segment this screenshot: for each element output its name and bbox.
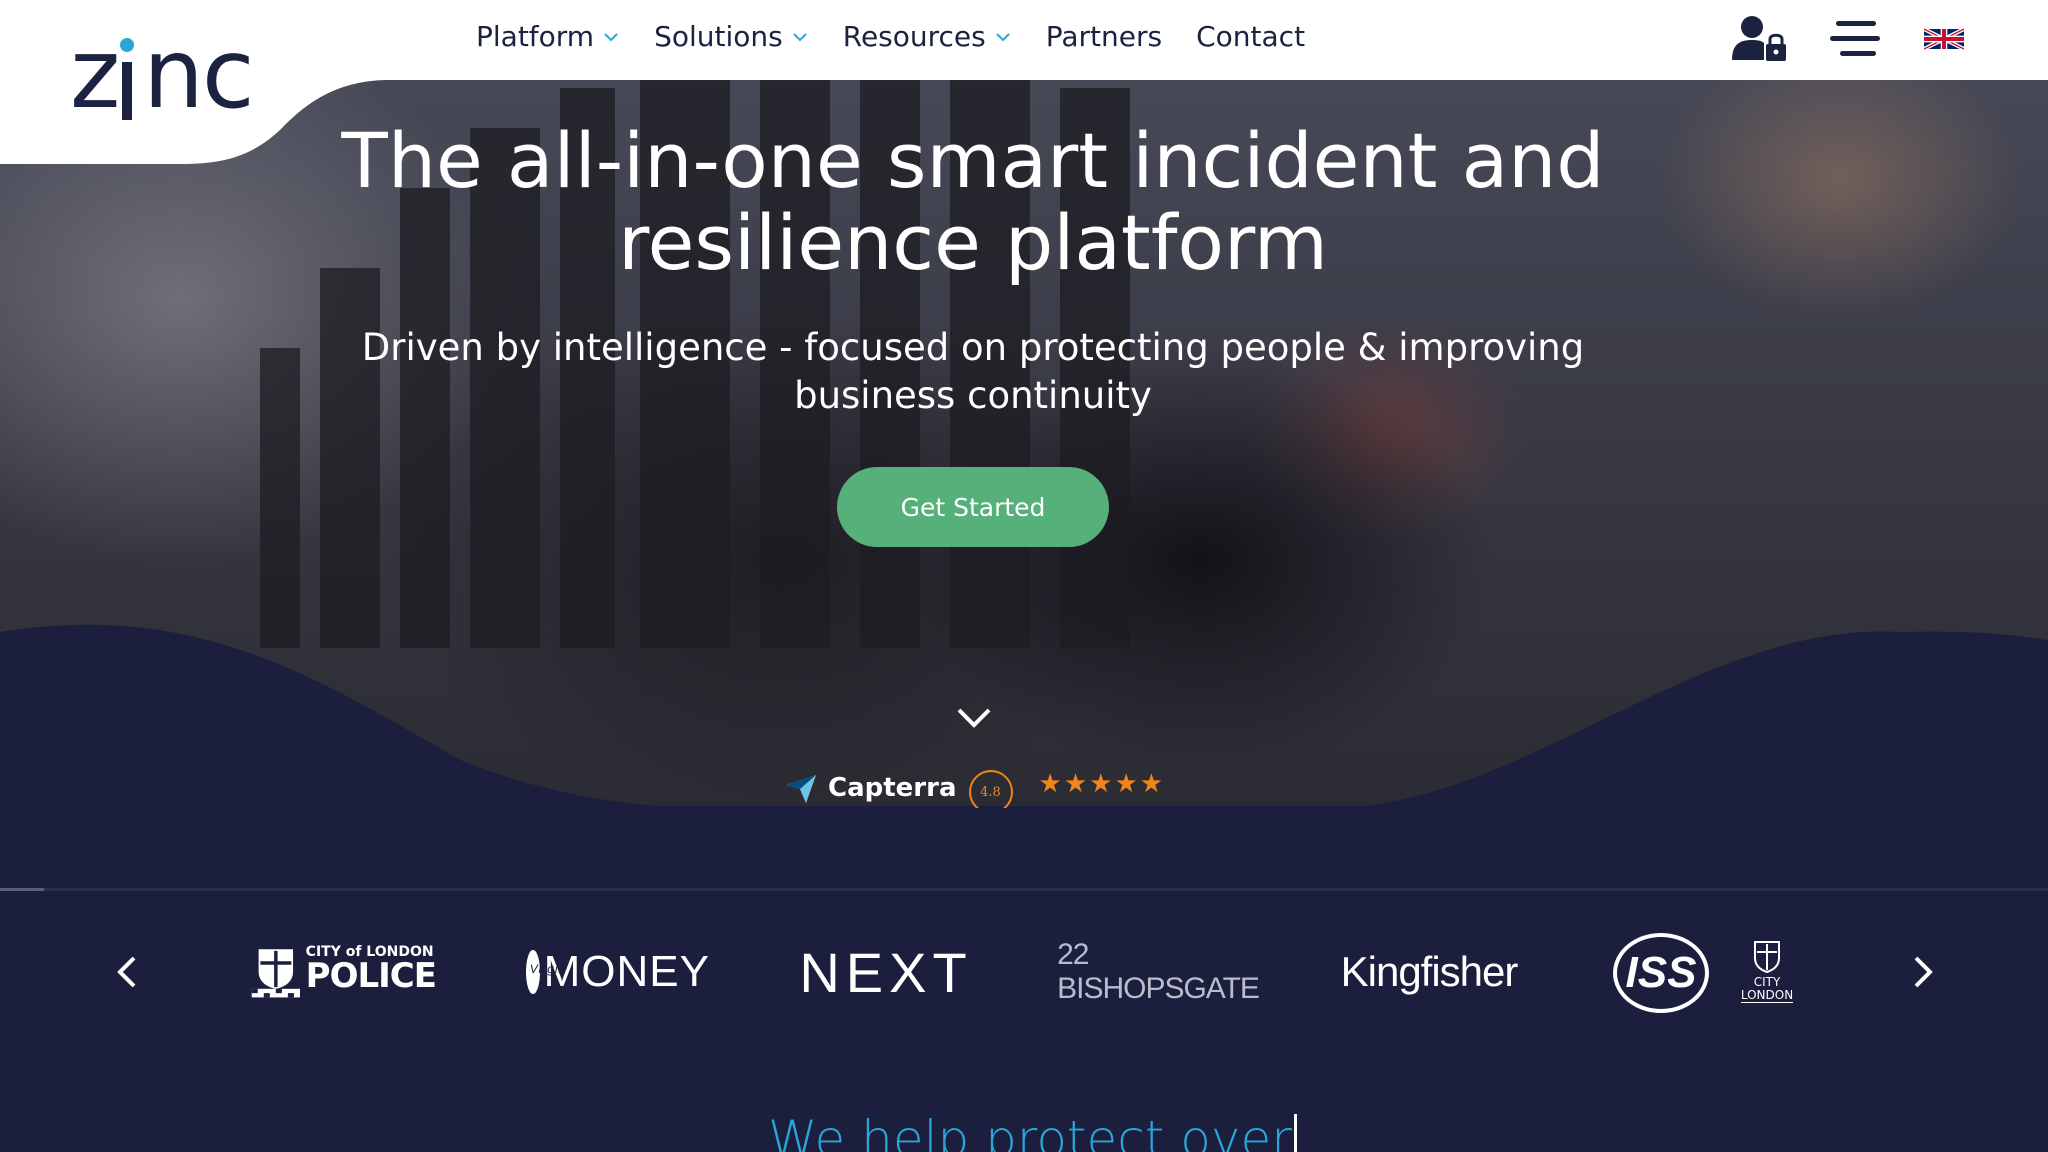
section-heading: We help protect over (768, 1110, 1297, 1152)
logo-text: z (70, 18, 120, 130)
section-heading-text: We help protect over (768, 1110, 1292, 1152)
hero-title: The all-in-one smart incident and resili… (341, 116, 1605, 287)
virgin-badge-text: Virgin (529, 962, 567, 976)
chevron-down-icon (793, 32, 807, 41)
star-icon: ★ (1114, 769, 1138, 799)
client-logo-city-london: CITY LONDON (1732, 928, 1802, 1010)
uk-flag-icon[interactable] (1924, 24, 1964, 54)
user-lock-icon[interactable] (1732, 16, 1786, 62)
city-logo-text-top: CITY (1753, 974, 1781, 989)
main-nav: Platform Solutions Resources Partners Co… (476, 20, 1305, 53)
nav-label: Resources (842, 20, 986, 53)
client-logo-city-of-london-police: CITY of LONDON POLICE (250, 934, 437, 1004)
hamburger-menu-icon[interactable] (1830, 19, 1880, 59)
client-logo-iss: ISS (1612, 932, 1710, 1014)
nav-resources[interactable]: Resources (843, 20, 1012, 53)
client-logo-virgin-money: Virgin MONEY (526, 944, 710, 1000)
scroll-down-chevron-icon[interactable] (956, 706, 992, 730)
nav-label: Platform (476, 20, 595, 53)
get-started-button[interactable]: Get Started (837, 467, 1109, 547)
virgin-badge-icon: Virgin (526, 950, 565, 994)
star-icon: ★ (1089, 769, 1113, 799)
logo-i-stem (122, 62, 133, 120)
carousel-prev-icon[interactable] (108, 952, 148, 992)
nav-label: Partners (1045, 20, 1163, 53)
star-icon: ★ (1139, 769, 1164, 799)
logo-dot-icon (120, 38, 135, 52)
header-icons (1732, 16, 1964, 62)
logo-i: i (118, 26, 143, 122)
capterra-stars: ★ ★ ★ ★ ★ (1039, 771, 1164, 797)
zinc-logo[interactable]: zinc (70, 26, 255, 122)
nav-partners[interactable]: Partners (1046, 20, 1162, 53)
nav-solutions[interactable]: Solutions (654, 20, 809, 53)
nav-label: Contact (1196, 20, 1306, 53)
capterra-rating: 4.8 (968, 770, 1013, 808)
capterra-badge[interactable]: Capterra 4.8 ★ ★ ★ ★ ★ (786, 768, 1163, 808)
client-logo-kingfisher: Kingfisher (1340, 948, 1519, 995)
carousel-progress (0, 888, 44, 891)
logo-text-end: nc (143, 18, 255, 130)
nav-label: Solutions (654, 20, 783, 53)
carousel-next-icon[interactable] (1902, 952, 1942, 992)
police-logo-big: POLICE (305, 956, 437, 996)
typing-cursor (1293, 1114, 1297, 1152)
iss-logo-text: ISS (1613, 933, 1709, 1013)
section-divider (0, 888, 2048, 891)
nav-contact[interactable]: Contact (1196, 20, 1305, 53)
police-crest-icon (251, 949, 300, 998)
client-logo-22-bishopsgate: 22 BISHOPSGATE (1057, 938, 1260, 1005)
nav-platform[interactable]: Platform (476, 20, 620, 53)
star-icon: ★ (1038, 769, 1062, 799)
star-icon: ★ (1063, 769, 1088, 799)
city-crest-icon (1754, 940, 1780, 973)
chevron-down-icon (604, 32, 618, 41)
city-logo-text-bottom: LONDON (1740, 987, 1794, 1003)
capterra-name: Capterra (828, 773, 957, 803)
chevron-down-icon (996, 32, 1010, 41)
capterra-logo-icon (786, 775, 816, 803)
hero-subtitle: Driven by intelligence - focused on prot… (361, 326, 1585, 417)
client-logo-next: NEXT (799, 940, 973, 1004)
